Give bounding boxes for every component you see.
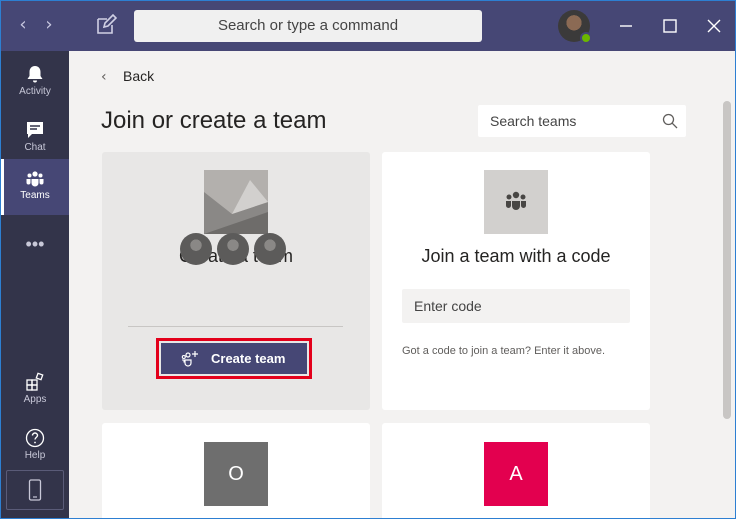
rail-label: Teams [20, 190, 50, 201]
rail-item-teams[interactable]: Teams [1, 159, 69, 215]
device-button[interactable] [6, 470, 64, 510]
rail-item-help[interactable]: Help [1, 419, 69, 475]
title-bar: ‹ › Search or type a command [1, 1, 735, 51]
chevron-left-icon: ‹ [101, 69, 107, 85]
member-avatar-placeholder [217, 233, 249, 265]
rail-label: Chat [24, 142, 46, 153]
teams-window: ‹ › Search or type a command Activity Ch… [0, 0, 736, 519]
card-divider [128, 326, 343, 327]
team-code-input[interactable] [402, 289, 630, 323]
team-tile[interactable]: A [484, 442, 548, 506]
join-team-title: Join a team with a code [421, 246, 611, 266]
member-avatar-placeholder [254, 233, 286, 265]
back-arrow-button[interactable]: ‹ [11, 13, 35, 37]
command-search-box[interactable]: Search or type a command [134, 10, 482, 42]
mobile-device-icon [28, 479, 42, 501]
online-status-badge [580, 32, 592, 44]
maximize-icon[interactable] [659, 15, 681, 37]
apps-icon [26, 372, 44, 391]
rail-label: Apps [23, 394, 47, 405]
chat-icon [27, 122, 43, 138]
minimize-icon[interactable] [615, 15, 637, 37]
search-icon [662, 113, 678, 129]
rail-label: Activity [19, 86, 51, 97]
search-teams-placeholder: Search teams [490, 113, 577, 129]
app-rail: Activity Chat Teams ••• Apps Help [1, 51, 69, 518]
join-team-card: Join a team with a code [382, 152, 650, 410]
user-avatar[interactable] [558, 10, 592, 44]
page-title: Join or create a team [101, 107, 327, 134]
rail-item-activity[interactable]: Activity [1, 55, 69, 111]
create-team-button[interactable]: Create team [161, 343, 307, 374]
bell-icon [27, 66, 43, 83]
rail-item-apps[interactable]: Apps [1, 363, 69, 419]
compose-icon[interactable] [95, 14, 117, 36]
join-team-icon [484, 170, 548, 234]
more-apps-button[interactable]: ••• [25, 234, 45, 254]
team-tile[interactable]: O [204, 442, 268, 506]
teams-icon [26, 171, 44, 187]
help-icon [25, 428, 45, 448]
create-team-button-label: Create team [211, 351, 286, 366]
rail-label: Help [24, 450, 46, 461]
team-placeholder-image-icon [204, 170, 268, 234]
member-avatar-placeholder [180, 233, 212, 265]
back-link[interactable]: ‹ Back [101, 68, 154, 88]
close-icon[interactable] [703, 15, 725, 37]
add-team-icon [181, 351, 198, 367]
search-teams-input[interactable]: Search teams [478, 105, 686, 137]
scrollbar-thumb[interactable] [723, 101, 731, 419]
back-label: Back [123, 68, 155, 84]
join-code-hint: Got a code to join a team? Enter it abov… [402, 345, 606, 357]
forward-arrow-button[interactable]: › [37, 13, 61, 37]
